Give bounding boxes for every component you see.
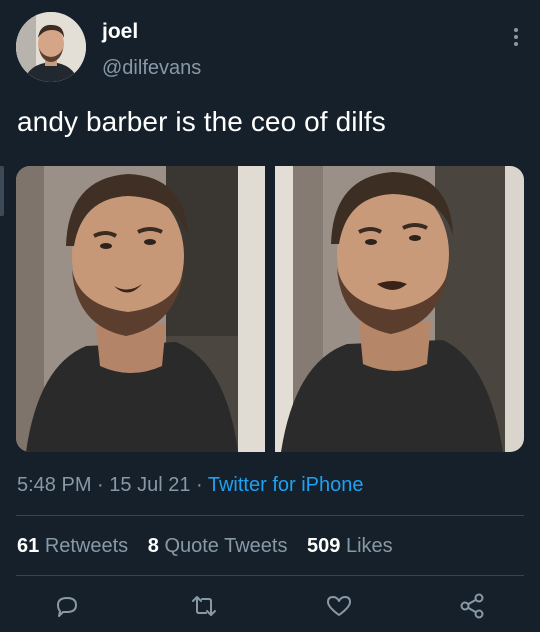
tweet-actions	[0, 588, 540, 624]
more-options-icon[interactable]	[506, 22, 526, 52]
scroll-indicator	[0, 166, 4, 216]
retweets-count: 61	[17, 535, 40, 557]
quote-tweets-stat[interactable]: 8 Quote Tweets	[148, 535, 288, 557]
likes-stat[interactable]: 509 Likes	[307, 535, 393, 557]
like-icon[interactable]	[325, 592, 353, 620]
tweet-text: andy barber is the ceo of dilfs	[17, 106, 386, 137]
tweet-time[interactable]: 5:48 PM	[17, 474, 91, 496]
divider	[16, 575, 524, 576]
author-handle[interactable]: @dilfevans	[102, 57, 201, 80]
retweet-icon[interactable]	[190, 592, 218, 620]
reply-icon[interactable]	[53, 592, 81, 620]
tweet-header: joel @dilfevans	[16, 12, 526, 84]
tweet-source-link[interactable]: Twitter for iPhone	[208, 474, 364, 496]
tweet-photo-2[interactable]	[275, 166, 524, 452]
retweets-stat[interactable]: 61 Retweets	[17, 535, 128, 557]
avatar-image	[16, 12, 86, 82]
tweet-media	[16, 166, 524, 452]
tweet-meta: 5:48 PM · 15 Jul 21 · Twitter for iPhone	[17, 474, 363, 497]
divider	[16, 515, 524, 516]
likes-count: 509	[307, 535, 341, 557]
avatar[interactable]	[16, 12, 86, 82]
author-name[interactable]: joel	[102, 20, 138, 44]
likes-label: Likes	[345, 535, 393, 557]
meta-separator: ·	[190, 474, 208, 496]
tweet-date[interactable]: 15 Jul 21	[109, 474, 190, 496]
meta-separator: ·	[91, 474, 110, 496]
quote-tweets-label: Quote Tweets	[164, 535, 288, 557]
quote-tweets-count: 8	[147, 535, 159, 557]
tweet-stats: 61 Retweets 8 Quote Tweets 509 Likes	[17, 535, 407, 558]
share-icon[interactable]	[458, 592, 486, 620]
tweet-photo-1[interactable]	[16, 166, 265, 452]
retweets-label: Retweets	[44, 535, 129, 557]
